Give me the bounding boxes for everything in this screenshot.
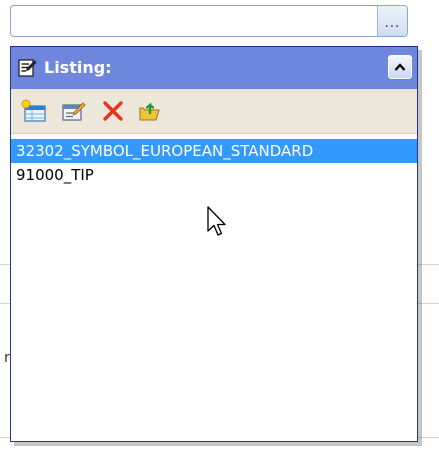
collapse-button[interactable] — [388, 55, 412, 79]
listing-input[interactable] — [11, 6, 377, 36]
edit-item-icon — [62, 102, 86, 121]
listing-list: 32302_SYMBOL_EUROPEAN_STANDARD 91000_TIP — [11, 139, 417, 187]
edit-list-icon — [18, 59, 37, 77]
listing-field: ... — [10, 5, 408, 37]
mouse-pointer-icon — [207, 206, 226, 236]
delete-item-button[interactable] — [100, 99, 126, 123]
open-folder-button[interactable] — [137, 99, 163, 123]
delete-icon — [103, 101, 123, 121]
folder-up-icon — [139, 102, 160, 121]
edit-item-button[interactable] — [60, 99, 86, 123]
browse-button[interactable]: ... — [377, 6, 407, 36]
page-label-fragment: r — [4, 350, 10, 366]
popup-toolbar — [11, 89, 417, 134]
popup-title: Listing: — [44, 58, 112, 77]
chevron-up-icon — [394, 63, 406, 71]
popup-header: Listing: — [11, 47, 417, 89]
list-item[interactable]: 32302_SYMBOL_EUROPEAN_STANDARD — [11, 139, 417, 163]
list-item[interactable]: 91000_TIP — [11, 163, 417, 187]
listing-popup: Listing: 32302_SYMBOL_EUROPEAN_STANDARD … — [10, 46, 418, 442]
new-item-button[interactable] — [21, 99, 47, 123]
new-item-icon — [21, 99, 46, 122]
